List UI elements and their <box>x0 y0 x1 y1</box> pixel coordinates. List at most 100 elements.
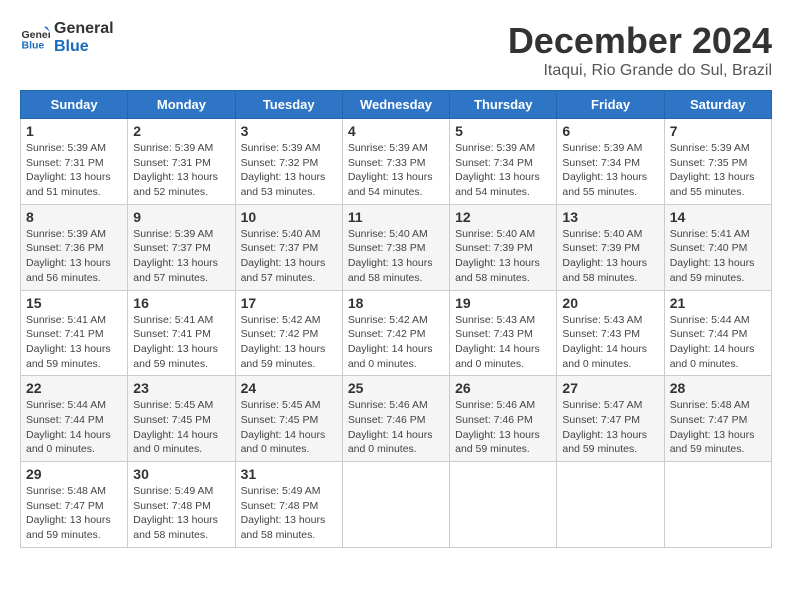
calendar-cell: 4Sunrise: 5:39 AMSunset: 7:33 PMDaylight… <box>342 119 449 205</box>
day-number: 1 <box>26 123 122 139</box>
calendar-cell: 6 Sunrise: 5:39 AMSunset: 7:34 PMDaylight… <box>557 119 664 205</box>
day-number: 5 <box>455 123 551 139</box>
calendar-body: 1 Sunrise: 5:39 AMSunset: 7:31 PMDaylight… <box>21 119 772 548</box>
day-info: Sunrise: 5:49 AMSunset: 7:48 PMDaylight:… <box>241 484 337 543</box>
weekday-header-monday: Monday <box>128 91 235 119</box>
day-info: Sunrise: 5:40 AMSunset: 7:39 PMDaylight:… <box>562 227 658 286</box>
day-number: 16 <box>133 295 229 311</box>
logo-line1: General <box>54 20 114 38</box>
day-info: Sunrise: 5:43 AMSunset: 7:43 PMDaylight:… <box>562 313 658 372</box>
day-info: Sunrise: 5:47 AMSunset: 7:47 PMDaylight:… <box>562 398 658 457</box>
day-number: 7 <box>670 123 766 139</box>
calendar-cell: 11Sunrise: 5:40 AMSunset: 7:38 PMDayligh… <box>342 204 449 290</box>
day-number: 8 <box>26 209 122 225</box>
day-info: Sunrise: 5:48 AMSunset: 7:47 PMDaylight:… <box>670 398 766 457</box>
day-number: 19 <box>455 295 551 311</box>
day-number: 6 <box>562 123 658 139</box>
day-number: 30 <box>133 466 229 482</box>
calendar-cell: 27Sunrise: 5:47 AMSunset: 7:47 PMDayligh… <box>557 376 664 462</box>
day-info: Sunrise: 5:49 AMSunset: 7:48 PMDaylight:… <box>133 484 229 543</box>
calendar-cell <box>664 462 771 548</box>
day-number: 22 <box>26 380 122 396</box>
calendar-cell <box>342 462 449 548</box>
weekday-header-wednesday: Wednesday <box>342 91 449 119</box>
calendar-cell: 12Sunrise: 5:40 AMSunset: 7:39 PMDayligh… <box>450 204 557 290</box>
day-info: Sunrise: 5:41 AMSunset: 7:41 PMDaylight:… <box>133 313 229 372</box>
calendar-week-3: 15 Sunrise: 5:41 AMSunset: 7:41 PMDayligh… <box>21 290 772 376</box>
day-number: 25 <box>348 380 444 396</box>
calendar-cell: 30 Sunrise: 5:49 AMSunset: 7:48 PMDayligh… <box>128 462 235 548</box>
calendar-cell: 18 Sunrise: 5:42 AMSunset: 7:42 PMDayligh… <box>342 290 449 376</box>
day-number: 12 <box>455 209 551 225</box>
day-info: Sunrise: 5:44 AMSunset: 7:44 PMDaylight:… <box>26 398 122 457</box>
day-number: 9 <box>133 209 229 225</box>
day-info: Sunrise: 5:44 AMSunset: 7:44 PMDaylight:… <box>670 313 766 372</box>
day-info: Sunrise: 5:42 AMSunset: 7:42 PMDaylight:… <box>241 313 337 372</box>
svg-text:Blue: Blue <box>22 39 45 51</box>
day-number: 2 <box>133 123 229 139</box>
day-number: 20 <box>562 295 658 311</box>
location-title: Itaqui, Rio Grande do Sul, Brazil <box>508 62 772 80</box>
calendar-cell: 19 Sunrise: 5:43 AMSunset: 7:43 PMDayligh… <box>450 290 557 376</box>
day-info: Sunrise: 5:48 AMSunset: 7:47 PMDaylight:… <box>26 484 122 543</box>
calendar-week-5: 29 Sunrise: 5:48 AMSunset: 7:47 PMDayligh… <box>21 462 772 548</box>
calendar-cell: 17 Sunrise: 5:42 AMSunset: 7:42 PMDayligh… <box>235 290 342 376</box>
day-info: Sunrise: 5:39 AMSunset: 7:31 PMDaylight:… <box>133 141 229 200</box>
day-info: Sunrise: 5:41 AMSunset: 7:41 PMDaylight:… <box>26 313 122 372</box>
logo-line2: Blue <box>54 38 114 56</box>
day-info: Sunrise: 5:39 AMSunset: 7:34 PMDaylight:… <box>562 141 658 200</box>
day-info: Sunrise: 5:39 AMSunset: 7:31 PMDaylight:… <box>26 141 122 200</box>
calendar-table: SundayMondayTuesdayWednesdayThursdayFrid… <box>20 90 772 548</box>
day-number: 4 <box>348 123 444 139</box>
weekday-header-tuesday: Tuesday <box>235 91 342 119</box>
calendar-cell: 7 Sunrise: 5:39 AMSunset: 7:35 PMDaylight… <box>664 119 771 205</box>
calendar-week-1: 1 Sunrise: 5:39 AMSunset: 7:31 PMDaylight… <box>21 119 772 205</box>
day-number: 23 <box>133 380 229 396</box>
day-info: Sunrise: 5:39 AMSunset: 7:37 PMDaylight:… <box>133 227 229 286</box>
weekday-header-sunday: Sunday <box>21 91 128 119</box>
calendar-cell: 28 Sunrise: 5:48 AMSunset: 7:47 PMDayligh… <box>664 376 771 462</box>
calendar-cell: 13Sunrise: 5:40 AMSunset: 7:39 PMDayligh… <box>557 204 664 290</box>
calendar-cell: 3 Sunrise: 5:39 AMSunset: 7:32 PMDaylight… <box>235 119 342 205</box>
calendar-cell: 2 Sunrise: 5:39 AMSunset: 7:31 PMDaylight… <box>128 119 235 205</box>
day-info: Sunrise: 5:39 AMSunset: 7:35 PMDaylight:… <box>670 141 766 200</box>
calendar-cell: 25 Sunrise: 5:46 AMSunset: 7:46 PMDayligh… <box>342 376 449 462</box>
month-title: December 2024 <box>508 20 772 62</box>
day-number: 28 <box>670 380 766 396</box>
day-number: 18 <box>348 295 444 311</box>
calendar-cell: 9 Sunrise: 5:39 AMSunset: 7:37 PMDaylight… <box>128 204 235 290</box>
day-info: Sunrise: 5:46 AMSunset: 7:46 PMDaylight:… <box>348 398 444 457</box>
day-info: Sunrise: 5:43 AMSunset: 7:43 PMDaylight:… <box>455 313 551 372</box>
weekday-header-row: SundayMondayTuesdayWednesdayThursdayFrid… <box>21 91 772 119</box>
calendar-cell <box>450 462 557 548</box>
calendar-cell: 21 Sunrise: 5:44 AMSunset: 7:44 PMDayligh… <box>664 290 771 376</box>
calendar-cell: 20 Sunrise: 5:43 AMSunset: 7:43 PMDayligh… <box>557 290 664 376</box>
day-number: 14 <box>670 209 766 225</box>
calendar-cell <box>557 462 664 548</box>
day-number: 3 <box>241 123 337 139</box>
calendar-cell: 8 Sunrise: 5:39 AMSunset: 7:36 PMDaylight… <box>21 204 128 290</box>
day-number: 29 <box>26 466 122 482</box>
calendar-cell: 24Sunrise: 5:45 AMSunset: 7:45 PMDayligh… <box>235 376 342 462</box>
day-info: Sunrise: 5:40 AMSunset: 7:37 PMDaylight:… <box>241 227 337 286</box>
page-header: General Blue General Blue December 2024 … <box>20 20 772 80</box>
day-number: 10 <box>241 209 337 225</box>
day-number: 11 <box>348 209 444 225</box>
calendar-cell: 23Sunrise: 5:45 AMSunset: 7:45 PMDayligh… <box>128 376 235 462</box>
day-info: Sunrise: 5:39 AMSunset: 7:34 PMDaylight:… <box>455 141 551 200</box>
calendar-cell: 22 Sunrise: 5:44 AMSunset: 7:44 PMDayligh… <box>21 376 128 462</box>
day-info: Sunrise: 5:41 AMSunset: 7:40 PMDaylight:… <box>670 227 766 286</box>
day-info: Sunrise: 5:42 AMSunset: 7:42 PMDaylight:… <box>348 313 444 372</box>
calendar-cell: 15 Sunrise: 5:41 AMSunset: 7:41 PMDayligh… <box>21 290 128 376</box>
calendar-cell: 16 Sunrise: 5:41 AMSunset: 7:41 PMDayligh… <box>128 290 235 376</box>
day-number: 21 <box>670 295 766 311</box>
day-number: 15 <box>26 295 122 311</box>
day-info: Sunrise: 5:39 AMSunset: 7:32 PMDaylight:… <box>241 141 337 200</box>
day-info: Sunrise: 5:39 AMSunset: 7:36 PMDaylight:… <box>26 227 122 286</box>
day-number: 17 <box>241 295 337 311</box>
weekday-header-thursday: Thursday <box>450 91 557 119</box>
calendar-cell: 26Sunrise: 5:46 AMSunset: 7:46 PMDayligh… <box>450 376 557 462</box>
weekday-header-saturday: Saturday <box>664 91 771 119</box>
day-info: Sunrise: 5:46 AMSunset: 7:46 PMDaylight:… <box>455 398 551 457</box>
day-info: Sunrise: 5:45 AMSunset: 7:45 PMDaylight:… <box>241 398 337 457</box>
